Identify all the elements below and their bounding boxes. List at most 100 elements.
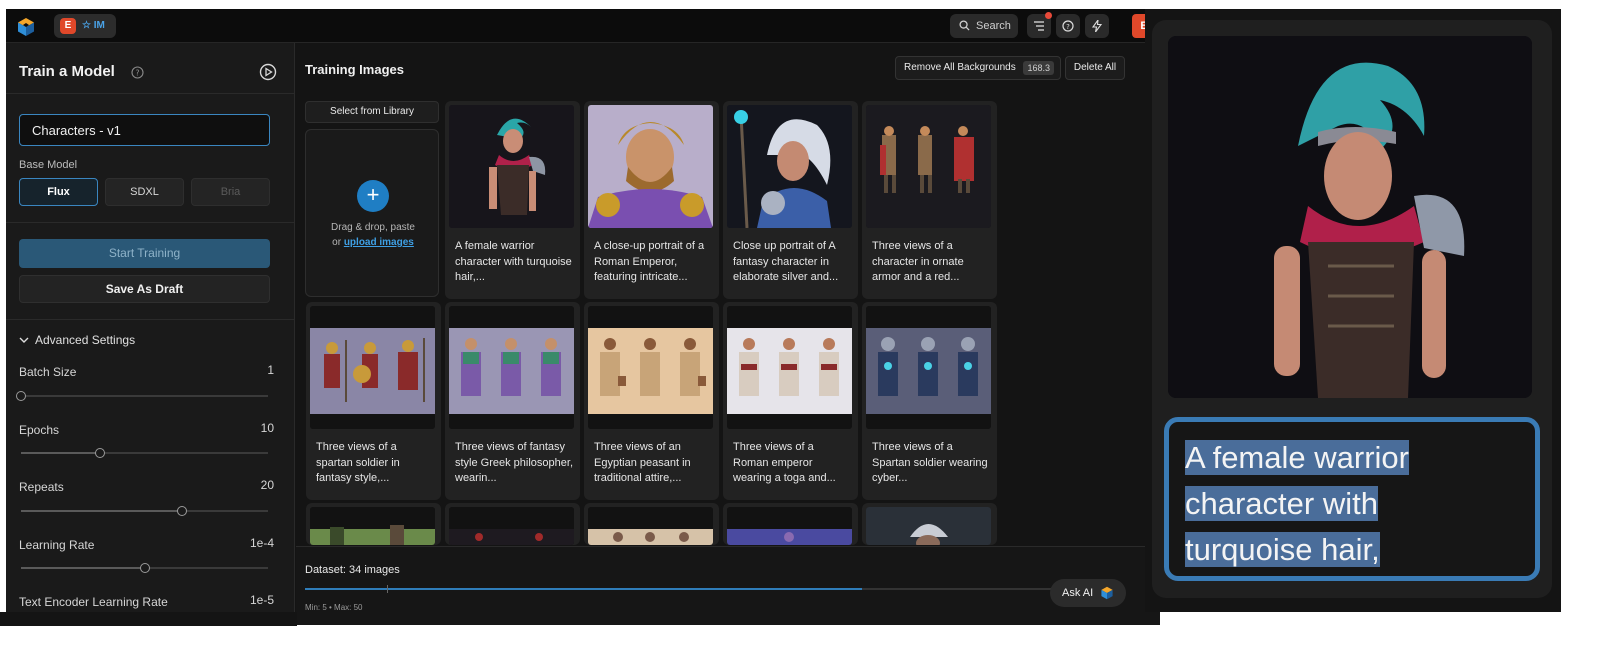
ask-ai-button[interactable]: Ask AI bbox=[1050, 579, 1126, 607]
training-image-card[interactable] bbox=[445, 503, 580, 545]
training-image-card[interactable]: Three views of a character in ornate arm… bbox=[862, 101, 997, 299]
slider-knob[interactable] bbox=[95, 448, 106, 458]
save-draft-button[interactable]: Save As Draft bbox=[19, 275, 270, 303]
training-image-thumbnail[interactable] bbox=[588, 105, 713, 228]
training-image-card[interactable]: Close up portrait of A fantasy character… bbox=[723, 101, 858, 299]
training-image-thumbnail[interactable] bbox=[449, 306, 574, 429]
training-image-thumbnail[interactable] bbox=[866, 105, 991, 228]
lightning-icon bbox=[1091, 20, 1103, 32]
zoomed-training-card[interactable]: A female warrior character with turquois… bbox=[1152, 20, 1552, 598]
advanced-settings-label: Advanced Settings bbox=[35, 333, 136, 347]
divider bbox=[6, 319, 295, 320]
training-image-card[interactable]: Three views of a Spartan soldier wearing… bbox=[862, 302, 997, 500]
training-image-card[interactable]: Three views of a Roman emperor wearing a… bbox=[723, 302, 858, 500]
search-label: Search bbox=[976, 20, 1011, 32]
learning-rate-value: 1e-4 bbox=[249, 536, 274, 550]
min-threshold-tick bbox=[387, 585, 388, 593]
workspace-badge-label: IM bbox=[93, 20, 105, 31]
character-image bbox=[866, 306, 991, 429]
start-training-button[interactable]: Start Training bbox=[19, 239, 270, 268]
character-image bbox=[866, 507, 991, 545]
caption-line: character with bbox=[1185, 486, 1378, 521]
repeats-slider[interactable] bbox=[21, 506, 268, 516]
dataset-footer: Dataset: 34 images Min: 5 • Max: 50 Ask … bbox=[296, 546, 1160, 625]
app-logo-icon[interactable] bbox=[16, 17, 36, 37]
text-encoder-lr-label: Text Encoder Learning Rate bbox=[19, 595, 168, 609]
training-image-thumbnail[interactable] bbox=[866, 306, 991, 429]
upload-images-link[interactable]: upload images bbox=[344, 237, 414, 248]
training-image-card[interactable]: A female warrior character with turquois… bbox=[445, 101, 580, 299]
slider-knob[interactable] bbox=[16, 391, 26, 401]
zoomed-caption-field[interactable]: A female warrior character with turquois… bbox=[1164, 417, 1540, 581]
play-tutorial-icon[interactable] bbox=[259, 63, 277, 81]
add-icon[interactable]: + bbox=[357, 180, 389, 212]
remove-bg-label: Remove All Backgrounds bbox=[904, 62, 1016, 73]
character-image bbox=[727, 306, 852, 429]
upload-dropzone[interactable]: + Drag & drop, paste or upload images bbox=[305, 129, 439, 297]
training-image-card[interactable]: Three views of fantasy style Greek philo… bbox=[445, 302, 580, 500]
svg-text:?: ? bbox=[1066, 23, 1070, 31]
image-caption: A female warrior character with turquois… bbox=[455, 240, 572, 283]
search-button[interactable]: Search bbox=[950, 14, 1018, 38]
notification-dot bbox=[1045, 12, 1052, 19]
training-image-card[interactable]: Three views of an Egyptian peasant in tr… bbox=[584, 302, 719, 500]
divider bbox=[6, 222, 295, 223]
chevron-down-icon bbox=[19, 337, 29, 343]
training-image-thumbnail[interactable] bbox=[449, 507, 574, 545]
help-button[interactable]: ? bbox=[1056, 14, 1080, 38]
epochs-slider[interactable] bbox=[21, 448, 268, 458]
advanced-settings-toggle[interactable]: Advanced Settings bbox=[19, 333, 135, 347]
epochs-value: 10 bbox=[260, 421, 274, 435]
training-image-thumbnail[interactable] bbox=[310, 306, 435, 429]
help-icon[interactable]: ? bbox=[131, 66, 144, 79]
queue-button[interactable] bbox=[1027, 12, 1052, 38]
workspace-switcher[interactable]: E ☆ IM bbox=[54, 14, 116, 38]
character-image bbox=[588, 306, 713, 429]
slider-knob[interactable] bbox=[176, 506, 187, 516]
batch-size-slider[interactable] bbox=[16, 391, 268, 401]
top-bar: E ☆ IM Search ? E bbox=[6, 9, 1160, 43]
model-name-input[interactable] bbox=[19, 114, 270, 146]
select-from-library-button[interactable]: Select from Library bbox=[305, 101, 439, 123]
delete-all-button[interactable]: Delete All bbox=[1065, 56, 1125, 80]
character-image bbox=[449, 105, 574, 228]
image-caption: Three views of an Egyptian peasant in tr… bbox=[594, 441, 691, 484]
dataset-progress-bar bbox=[305, 585, 1065, 593]
training-image-thumbnail[interactable] bbox=[727, 105, 852, 228]
dataset-progress-fill bbox=[305, 588, 863, 590]
character-image bbox=[449, 507, 574, 545]
training-image-thumbnail[interactable] bbox=[727, 306, 852, 429]
training-image-card[interactable] bbox=[306, 503, 441, 545]
remove-all-backgrounds-button[interactable]: Remove All Backgrounds 168.3 bbox=[895, 56, 1061, 80]
slider-knob[interactable] bbox=[139, 563, 150, 573]
image-caption: Three views of a Roman emperor wearing a… bbox=[733, 441, 836, 484]
character-image bbox=[727, 105, 852, 228]
training-image-thumbnail[interactable] bbox=[866, 507, 991, 545]
base-model-sdxl[interactable]: SDXL bbox=[105, 178, 184, 206]
base-model-flux[interactable]: Flux bbox=[19, 178, 98, 206]
training-image-card[interactable] bbox=[584, 503, 719, 545]
character-image bbox=[1168, 36, 1532, 398]
base-model-bria[interactable]: Bria bbox=[191, 178, 270, 206]
training-image-thumbnail[interactable] bbox=[588, 507, 713, 545]
training-image-thumbnail[interactable] bbox=[449, 105, 574, 228]
batch-size-value: 1 bbox=[267, 363, 274, 377]
learning-rate-slider[interactable] bbox=[21, 563, 268, 573]
character-image bbox=[588, 507, 713, 545]
quick-actions-button[interactable] bbox=[1085, 14, 1109, 38]
sidebar-bottom-edge bbox=[0, 612, 297, 626]
character-image bbox=[310, 507, 435, 545]
credit-cost-badge: 168.3 bbox=[1023, 61, 1054, 75]
zoomed-card-inset: A female warrior character with turquois… bbox=[1145, 9, 1561, 612]
training-image-thumbnail[interactable] bbox=[588, 306, 713, 429]
training-image-thumbnail[interactable] bbox=[727, 507, 852, 545]
divider bbox=[6, 93, 295, 94]
image-caption: A close-up portrait of a Roman Emperor, … bbox=[594, 240, 705, 283]
learning-rate-label: Learning Rate bbox=[19, 538, 95, 552]
training-image-card[interactable]: Three views of a spartan soldier in fant… bbox=[306, 302, 441, 500]
training-image-card[interactable] bbox=[862, 503, 997, 545]
training-image-thumbnail[interactable] bbox=[310, 507, 435, 545]
dropzone-hint: Drag & drop, paste bbox=[331, 222, 415, 233]
training-image-card[interactable] bbox=[723, 503, 858, 545]
training-image-card[interactable]: A close-up portrait of a Roman Emperor, … bbox=[584, 101, 719, 299]
